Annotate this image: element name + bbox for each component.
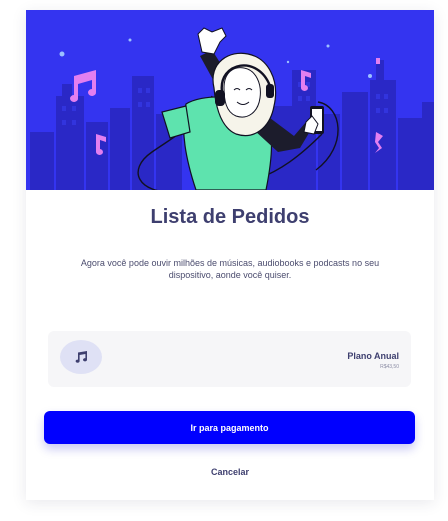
page-title: Lista de Pedidos xyxy=(150,206,310,228)
proceed-to-payment-button[interactable]: Ir para pagamento xyxy=(44,411,415,444)
plan-icon-badge xyxy=(60,340,102,374)
plan-price: R$43,50 xyxy=(380,364,399,370)
plan-summary-card: Plano Anual R$43,50 xyxy=(48,331,411,387)
modal-description: Agora você pode ouvir milhões de músicas… xyxy=(80,258,380,280)
music-note-icon xyxy=(75,351,88,363)
order-modal: Lista de Pedidos Agora você pode ouvir m… xyxy=(26,10,434,500)
cancel-button[interactable]: Cancelar xyxy=(180,461,280,483)
hero-illustration xyxy=(26,10,434,190)
plan-name: Plano Anual xyxy=(347,351,399,361)
